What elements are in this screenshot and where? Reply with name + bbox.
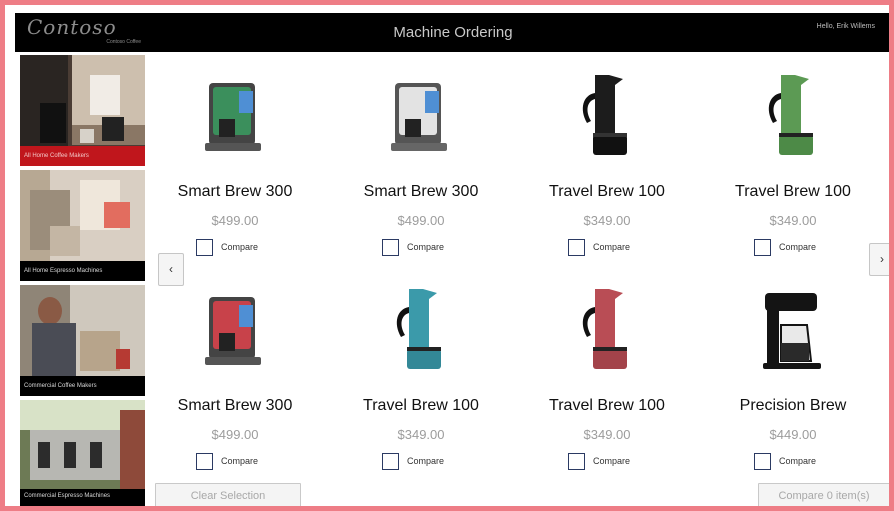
top-bar: Contoso Contoso Coffee Machine Ordering … (15, 13, 889, 52)
compare-checkbox[interactable] (382, 452, 399, 470)
product-card[interactable]: Travel Brew 100 $349.00 Compare (527, 61, 687, 271)
compare-toggle[interactable]: Compare (754, 452, 816, 470)
product-price: $499.00 (397, 213, 445, 228)
product-price: $349.00 (583, 427, 631, 442)
compare-checkbox[interactable] (568, 452, 585, 470)
compare-toggle[interactable]: Compare (196, 452, 258, 470)
product-card[interactable]: Smart Brew 300 $499.00 Compare (155, 61, 315, 271)
clear-selection-button[interactable]: Clear Selection (155, 483, 301, 506)
drip-coffee-maker-icon (391, 83, 447, 151)
compare-label: Compare (407, 242, 445, 252)
category-label: All Home Espresso Machines (20, 261, 145, 281)
compare-label: Compare (221, 242, 259, 252)
carafe-coffee-maker-icon (763, 293, 821, 369)
product-name: Travel Brew 100 (735, 183, 851, 200)
drip-coffee-maker-icon (205, 297, 261, 365)
moka-pot-icon (768, 75, 813, 155)
compare-checkbox[interactable] (754, 452, 771, 470)
app-frame: Contoso Contoso Coffee Machine Ordering … (0, 0, 894, 511)
category-label: Commercial Espresso Machines (20, 489, 145, 506)
drip-coffee-maker-icon (205, 83, 261, 151)
moka-pot-icon (582, 75, 627, 155)
product-name: Smart Brew 300 (363, 183, 479, 200)
moka-pot-icon (582, 289, 627, 369)
category-sidebar: All Home Coffee Makers All Home Espresso… (20, 55, 145, 506)
product-card[interactable]: Travel Brew 100 $349.00 Compare (341, 275, 501, 485)
product-name: Smart Brew 300 (177, 183, 293, 200)
page-title: Machine Ordering (393, 24, 513, 41)
product-card[interactable]: Smart Brew 300 $499.00 Compare (341, 61, 501, 271)
user-greeting: Hello, Erik Willems (816, 23, 875, 30)
next-page-button[interactable]: › (869, 243, 889, 276)
product-card[interactable]: Smart Brew 300 $499.00 Compare (155, 275, 315, 485)
product-price: $499.00 (211, 213, 259, 228)
product-card[interactable]: Precision Brew $449.00 Compare (713, 275, 873, 485)
compare-label: Compare (593, 456, 631, 466)
product-name: Precision Brew (739, 397, 847, 414)
compare-toggle[interactable]: Compare (754, 238, 816, 256)
chevron-left-icon: ‹ (169, 262, 173, 276)
category-label: Commercial Coffee Makers (20, 376, 145, 396)
compare-checkbox[interactable] (196, 452, 213, 470)
product-price: $449.00 (769, 427, 817, 442)
compare-toggle[interactable]: Compare (196, 238, 258, 256)
compare-toggle[interactable]: Compare (568, 238, 630, 256)
chevron-right-icon: › (880, 252, 884, 266)
category-tile-home-espresso-machines[interactable]: All Home Espresso Machines (20, 170, 145, 281)
compare-label: Compare (593, 242, 631, 252)
compare-checkbox[interactable] (568, 238, 585, 256)
moka-pot-icon (396, 289, 441, 369)
product-card[interactable]: Travel Brew 100 $349.00 Compare (713, 61, 873, 271)
product-price: $499.00 (211, 427, 259, 442)
compare-toggle[interactable]: Compare (382, 452, 444, 470)
compare-checkbox[interactable] (382, 238, 399, 256)
product-name: Travel Brew 100 (363, 397, 479, 414)
product-price: $349.00 (583, 213, 631, 228)
prev-page-button[interactable]: ‹ (158, 253, 184, 286)
compare-label: Compare (221, 456, 259, 466)
compare-label: Compare (779, 242, 817, 252)
compare-checkbox[interactable] (196, 238, 213, 256)
compare-checkbox[interactable] (754, 238, 771, 256)
product-price: $349.00 (397, 427, 445, 442)
compare-toggle[interactable]: Compare (382, 238, 444, 256)
category-tile-home-coffee-makers[interactable]: All Home Coffee Makers (20, 55, 145, 166)
category-tile-commercial-coffee-makers[interactable]: Commercial Coffee Makers (20, 285, 145, 396)
product-name: Travel Brew 100 (549, 397, 665, 414)
compare-label: Compare (779, 456, 817, 466)
compare-items-button[interactable]: Compare 0 item(s) (758, 483, 889, 506)
product-card[interactable]: Travel Brew 100 $349.00 Compare (527, 275, 687, 485)
product-name: Travel Brew 100 (549, 183, 665, 200)
compare-label: Compare (407, 456, 445, 466)
category-tile-commercial-espresso-machines[interactable]: Commercial Espresso Machines (20, 400, 145, 506)
product-name: Smart Brew 300 (177, 397, 293, 414)
product-price: $349.00 (769, 213, 817, 228)
compare-toggle[interactable]: Compare (568, 452, 630, 470)
category-label: All Home Coffee Makers (20, 146, 145, 166)
